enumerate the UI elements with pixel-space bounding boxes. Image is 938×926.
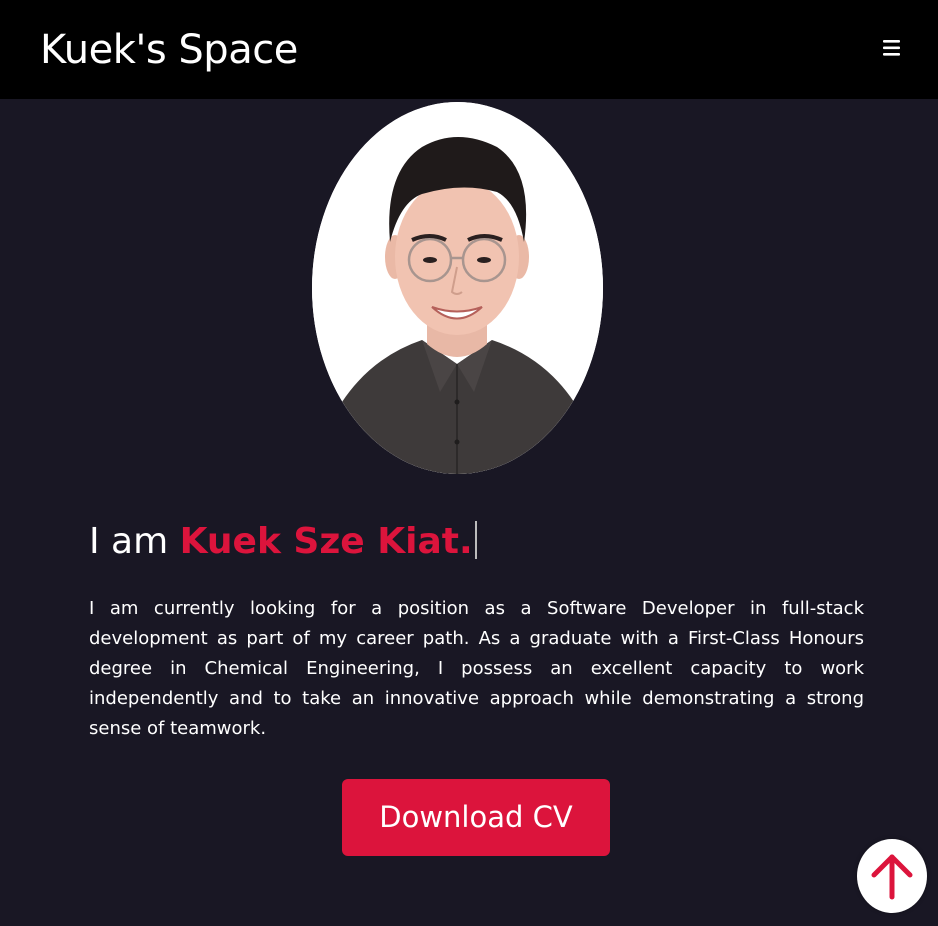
brand-title[interactable]: Kuek's Space: [40, 22, 298, 78]
hero-bio: I am currently looking for a position as…: [89, 598, 864, 739]
hero-headline: I am Kuek Sze Kiat.: [89, 515, 477, 569]
download-cv-button[interactable]: Download CV: [342, 779, 610, 856]
typing-caret: [474, 521, 477, 559]
page: Kuek's Space I am Kuek Sze Kiat. I am cu…: [0, 0, 938, 926]
hero-intro: I am: [89, 521, 180, 562]
profile-photo: [312, 102, 603, 474]
hero-name: Kuek Sze Kiat.: [179, 521, 473, 562]
navbar: Kuek's Space: [0, 0, 938, 99]
arrow-up-icon: [871, 854, 913, 900]
hamburger-menu-icon[interactable]: [880, 36, 904, 60]
scroll-to-top-button[interactable]: [857, 839, 927, 913]
